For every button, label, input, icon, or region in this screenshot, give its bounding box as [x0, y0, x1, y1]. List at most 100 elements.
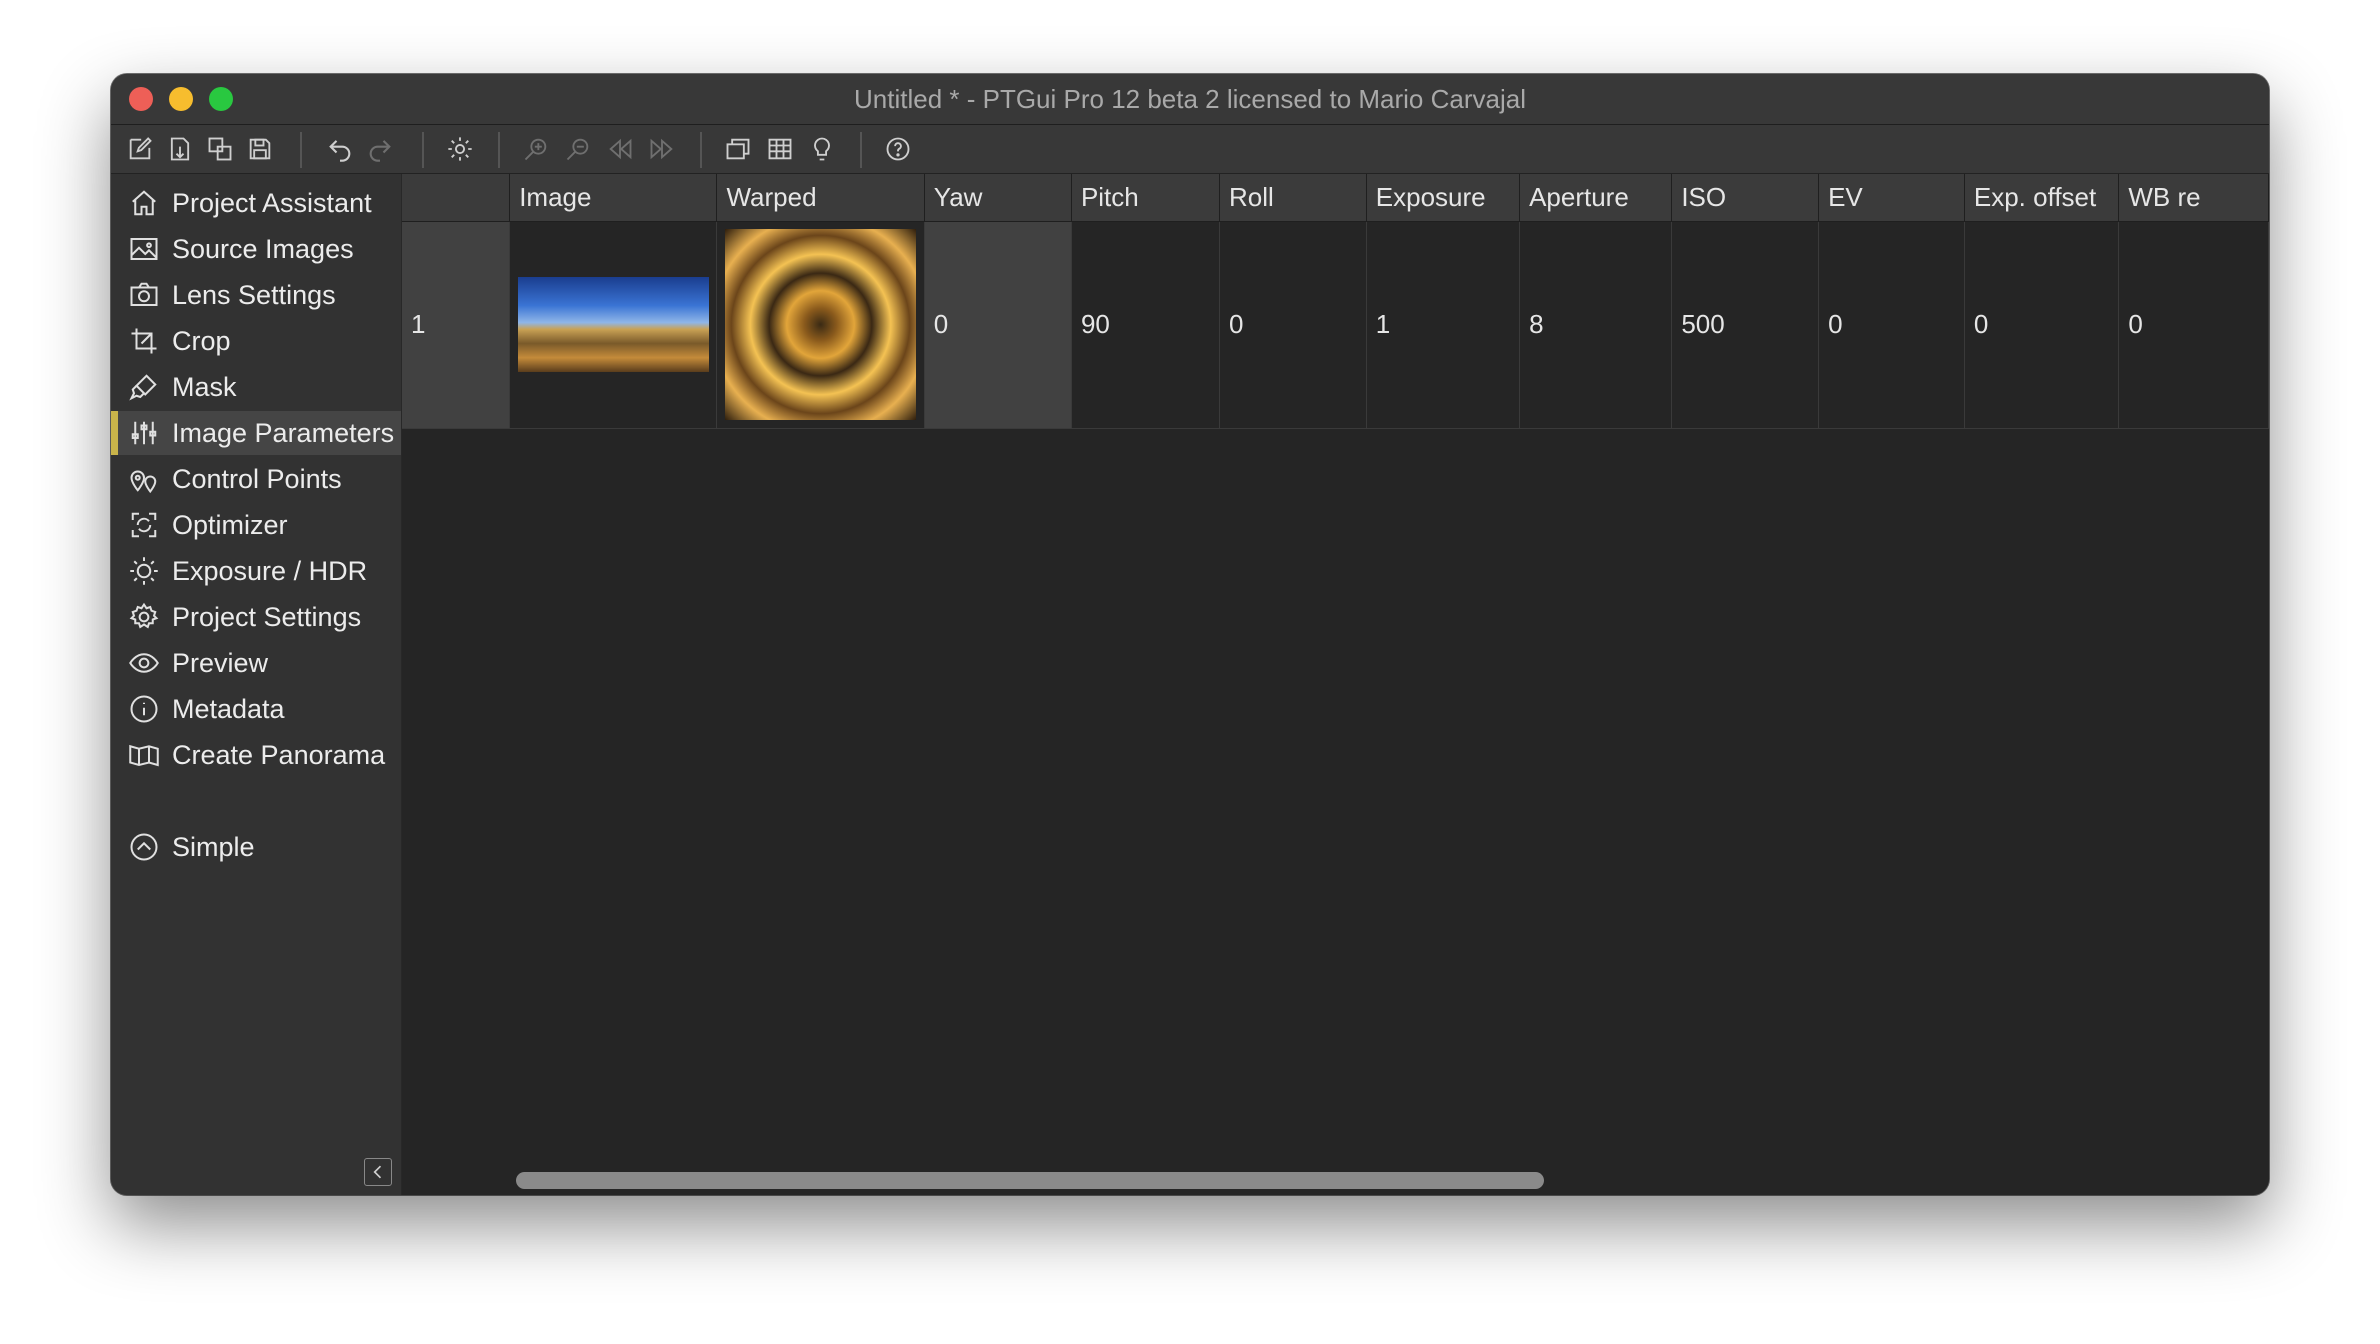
undo-icon[interactable] — [323, 132, 357, 166]
duplicate-icon[interactable] — [203, 132, 237, 166]
lightbulb-icon[interactable] — [805, 132, 839, 166]
image-icon — [130, 238, 158, 260]
toolbar-separator — [860, 132, 862, 168]
cell-index[interactable]: 1 — [402, 221, 511, 429]
sidebar-item-label: Image Parameters — [172, 417, 395, 448]
sidebar-item-label: Lens Settings — [172, 279, 336, 310]
next-icon[interactable] — [645, 132, 679, 166]
settings-icon[interactable] — [443, 132, 477, 166]
crop-icon — [131, 328, 157, 354]
table-row[interactable]: 1 0 90 0 1 8 500 0 0 0 — [402, 221, 2269, 429]
optimizer-icon — [131, 512, 157, 538]
sidebar-item-source-images[interactable]: Source Images — [111, 227, 401, 271]
image-parameters-table-area: Image Warped Yaw Pitch Roll Exposure Ape… — [402, 174, 2269, 1195]
column-header-pitch[interactable]: Pitch — [1071, 174, 1221, 222]
sidebar-item-label: Create Panorama — [172, 739, 386, 770]
cell-aperture[interactable]: 8 — [1519, 221, 1673, 429]
app-window: Untitled * - PTGui Pro 12 beta 2 license… — [111, 74, 2269, 1195]
chevron-up-circle-icon — [130, 833, 158, 861]
cell-wb[interactable]: 0 — [2118, 221, 2269, 429]
camera-icon — [130, 282, 158, 306]
sidebar-item-label: Exposure / HDR — [172, 555, 368, 586]
cell-image[interactable] — [509, 221, 718, 429]
collapse-sidebar-button[interactable] — [364, 1158, 392, 1186]
sidebar-item-label: Preview — [172, 647, 269, 678]
sidebar-item-label: Project Assistant — [172, 187, 372, 218]
sidebar-item-project-settings[interactable]: Project Settings — [111, 595, 401, 639]
sidebar-item-optimizer[interactable]: Optimizer — [111, 503, 401, 547]
window-title: Untitled * - PTGui Pro 12 beta 2 license… — [854, 84, 1526, 114]
simple-mode-toggle[interactable]: Simple — [111, 825, 401, 869]
toolbar-separator — [422, 132, 424, 168]
panorama-editor-icon[interactable] — [721, 132, 755, 166]
cell-ev[interactable]: 0 — [1818, 221, 1965, 429]
sun-icon — [130, 557, 158, 585]
sidebar-item-mask[interactable]: Mask — [111, 365, 401, 409]
toolbar-separator — [700, 132, 702, 168]
sidebar-item-label: Optimizer — [172, 509, 288, 540]
previous-icon[interactable] — [603, 132, 637, 166]
chevron-left-icon — [373, 1165, 382, 1179]
sidebar-item-metadata[interactable]: Metadata — [111, 687, 401, 731]
info-icon — [130, 695, 158, 723]
table-icon[interactable] — [763, 132, 797, 166]
column-header-yaw[interactable]: Yaw — [924, 174, 1072, 222]
cell-roll[interactable]: 0 — [1219, 221, 1367, 429]
sidebar-item-label: Crop — [172, 325, 231, 356]
sidebar-item-image-parameters[interactable]: Image Parameters — [111, 411, 401, 455]
sidebar: Project Assistant Source Images Lens Set… — [111, 174, 401, 1195]
column-header-index[interactable] — [402, 174, 511, 222]
toolbar — [111, 125, 2269, 174]
column-header-image[interactable]: Image — [509, 174, 718, 222]
toolbar-separator — [498, 132, 500, 168]
redo-icon[interactable] — [363, 132, 397, 166]
home-icon — [132, 190, 156, 216]
column-header-warped[interactable]: Warped — [716, 174, 925, 222]
cell-exp-offset[interactable]: 0 — [1964, 221, 2120, 429]
column-header-wb[interactable]: WB re — [2118, 174, 2269, 222]
source-image-thumbnail — [517, 277, 709, 372]
sidebar-item-exposure-hdr[interactable]: Exposure / HDR — [111, 549, 401, 593]
toolbar-separator — [300, 132, 302, 168]
sidebar-item-create-panorama[interactable]: Create Panorama — [111, 733, 401, 777]
zoom-out-icon[interactable] — [561, 132, 595, 166]
column-header-exp-offset[interactable]: Exp. offset — [1964, 174, 2120, 222]
brush-icon — [129, 374, 157, 401]
column-header-aperture[interactable]: Aperture — [1519, 174, 1673, 222]
gear-icon — [129, 602, 159, 629]
sidebar-item-label: Mask — [172, 371, 237, 402]
sidebar-item-crop[interactable]: Crop — [111, 319, 401, 363]
simple-mode-label: Simple — [172, 831, 255, 862]
cell-yaw[interactable]: 0 — [924, 221, 1072, 429]
map-icon — [129, 744, 159, 767]
sidebar-item-preview[interactable]: Preview — [111, 641, 401, 685]
image-parameters-table: Image Warped Yaw Pitch Roll Exposure Ape… — [402, 174, 2269, 429]
cell-pitch[interactable]: 90 — [1071, 221, 1221, 429]
help-icon[interactable] — [881, 132, 915, 166]
sidebar-item-label: Source Images — [172, 233, 354, 264]
zoom-in-icon[interactable] — [519, 132, 553, 166]
sidebar-item-label: Metadata — [172, 693, 285, 724]
cell-exposure[interactable]: 1 — [1366, 221, 1521, 429]
cell-iso[interactable]: 500 — [1671, 221, 1820, 429]
cell-warped[interactable] — [716, 221, 925, 429]
column-header-roll[interactable]: Roll — [1219, 174, 1367, 222]
table-header-row: Image Warped Yaw Pitch Roll Exposure Ape… — [402, 174, 2269, 222]
open-project-icon[interactable] — [163, 132, 197, 166]
sliders-icon — [131, 421, 157, 445]
sidebar-item-label: Control Points — [172, 463, 342, 494]
column-header-ev[interactable]: EV — [1818, 174, 1965, 222]
sidebar-item-label: Project Settings — [172, 601, 362, 632]
eye-icon — [129, 653, 159, 673]
column-header-exposure[interactable]: Exposure — [1366, 174, 1521, 222]
title-bar: Untitled * - PTGui Pro 12 beta 2 license… — [111, 74, 2269, 125]
horizontal-scrollbar[interactable] — [516, 1172, 1544, 1189]
sidebar-item-lens-settings[interactable]: Lens Settings — [111, 273, 401, 317]
save-icon[interactable] — [243, 132, 277, 166]
location-pins-icon — [130, 470, 157, 494]
column-header-iso[interactable]: ISO — [1671, 174, 1820, 222]
sidebar-item-control-points[interactable]: Control Points — [111, 457, 401, 501]
new-project-icon[interactable] — [123, 132, 157, 166]
sidebar-item-project-assistant[interactable]: Project Assistant — [111, 181, 401, 225]
warped-image-thumbnail — [725, 229, 917, 420]
